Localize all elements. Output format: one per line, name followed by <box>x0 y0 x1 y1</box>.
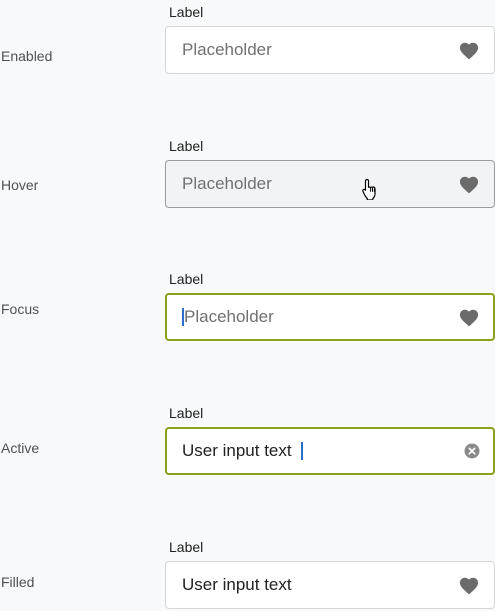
heart-icon[interactable] <box>458 307 480 327</box>
text-field-focus[interactable]: Placeholder <box>165 293 495 341</box>
state-label-active: Active <box>1 440 40 456</box>
field-label-filled: Label <box>169 539 204 555</box>
text-caret <box>300 442 303 460</box>
state-label-focus: Focus <box>1 301 40 317</box>
input-text[interactable]: User input text <box>182 429 303 473</box>
state-label-filled: Filled <box>1 574 35 590</box>
placeholder-text: Placeholder <box>182 40 272 59</box>
text-field-filled[interactable]: User input text <box>165 561 495 609</box>
field-label-focus: Label <box>169 271 204 287</box>
heart-icon[interactable] <box>458 575 480 595</box>
input-text[interactable]: Placeholder <box>182 27 272 73</box>
heart-icon[interactable] <box>458 40 480 60</box>
field-label-hover: Label <box>169 138 204 154</box>
placeholder-text: Placeholder <box>184 307 274 326</box>
input-text[interactable]: User input text <box>182 562 292 608</box>
state-label-hover: Hover <box>1 177 39 193</box>
clear-icon[interactable] <box>464 443 480 459</box>
text-field-hover[interactable]: Placeholder <box>165 160 495 208</box>
text-field-enabled[interactable]: Placeholder <box>165 26 495 74</box>
state-label-enabled: Enabled <box>1 48 53 64</box>
pointer-hand-cursor-icon <box>362 178 376 200</box>
input-value: User input text <box>182 575 292 594</box>
input-text[interactable]: Placeholder <box>182 161 272 207</box>
placeholder-text: Placeholder <box>182 174 272 193</box>
field-label-enabled: Label <box>169 4 204 20</box>
text-field-active[interactable]: User input text <box>165 427 495 475</box>
field-label-active: Label <box>169 405 204 421</box>
heart-icon[interactable] <box>458 174 480 194</box>
input-text[interactable]: Placeholder <box>182 295 274 339</box>
input-value: User input text <box>182 441 292 460</box>
